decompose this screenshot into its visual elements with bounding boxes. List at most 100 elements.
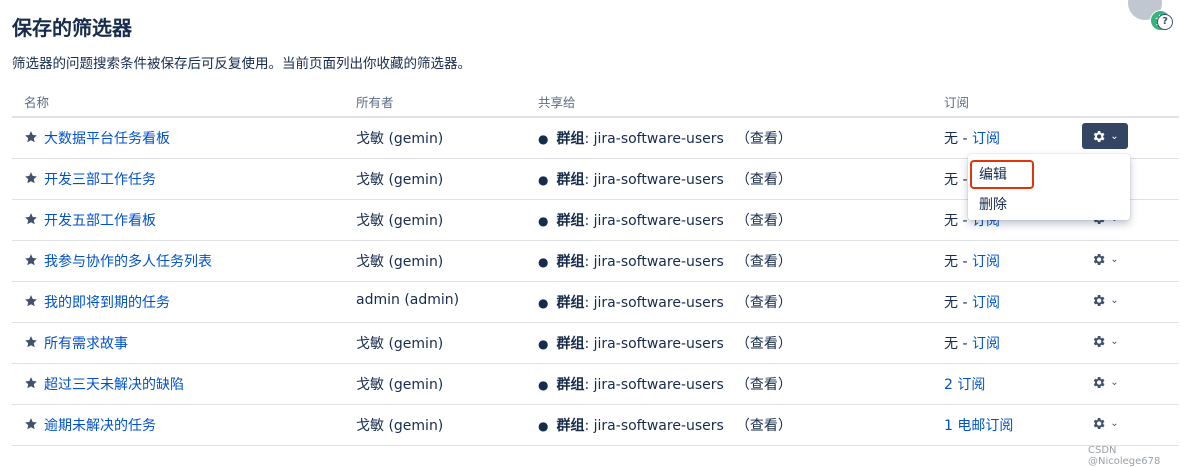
- view-link[interactable]: （查看）: [736, 254, 792, 270]
- filter-actions-button[interactable]: ⌄: [1082, 246, 1128, 272]
- view-link[interactable]: （查看）: [736, 213, 792, 229]
- subscribe-link[interactable]: 订阅: [972, 295, 1000, 311]
- header-subscriptions: 订阅: [944, 95, 970, 110]
- gear-icon: [1094, 130, 1105, 142]
- share-group-value: : jira-software-users: [584, 336, 724, 352]
- star-icon[interactable]: [24, 253, 38, 267]
- star-icon[interactable]: [24, 335, 38, 349]
- table-row: 大数据平台任务看板 戈敏 (gemin) ● 群组: jira-software-us…: [12, 118, 1179, 159]
- star-icon[interactable]: [24, 212, 38, 226]
- share-group-label: 群组: [556, 418, 585, 434]
- star-icon[interactable]: [24, 294, 38, 308]
- owner-cell: 戈敏 (gemin): [356, 377, 444, 393]
- bullet: ●: [538, 378, 549, 392]
- filter-name-link[interactable]: 开发三部工作任务: [44, 172, 156, 188]
- filter-name-link[interactable]: 我的即将到期的任务: [44, 295, 170, 311]
- table-row: 我参与协作的多人任务列表 戈敏 (gemin) ● 群组: jira-software…: [12, 241, 1179, 282]
- filter-name-cell: 所有需求故事: [24, 333, 128, 353]
- share-group-value: : jira-software-users: [584, 377, 724, 393]
- filter-actions-button[interactable]: ⌄: [1082, 123, 1128, 149]
- view-link[interactable]: （查看）: [736, 172, 792, 188]
- subscribe-link[interactable]: 订阅: [972, 336, 1000, 352]
- filter-actions-button[interactable]: ⌄: [1082, 287, 1128, 313]
- table-row: 所有需求故事 戈敏 (gemin) ● 群组: jira-software-users…: [12, 323, 1179, 364]
- view-link[interactable]: （查看）: [736, 336, 792, 352]
- shared-cell: ● 群组: jira-software-users （查看）: [538, 210, 792, 230]
- subscribe-link[interactable]: 2 订阅: [944, 377, 985, 393]
- gear-icon: [1094, 417, 1105, 429]
- chevron-down-icon: ⌄: [1110, 253, 1119, 265]
- chevron-down-icon: ⌄: [1110, 335, 1119, 347]
- share-group-value: : jira-software-users: [584, 131, 724, 147]
- share-group-value: : jira-software-users: [584, 418, 724, 434]
- view-link[interactable]: （查看）: [736, 377, 792, 393]
- filter-name-cell: 超过三天未解决的缺陷: [24, 374, 184, 394]
- gear-icon: [1094, 294, 1105, 306]
- view-link[interactable]: （查看）: [736, 131, 792, 147]
- shared-cell: ● 群组: jira-software-users （查看）: [538, 128, 792, 148]
- view-link[interactable]: （查看）: [736, 295, 792, 311]
- subscription-prefix: 无 -: [944, 131, 972, 147]
- shared-cell: ● 群组: jira-software-users （查看）: [538, 251, 792, 271]
- share-group-label: 群组: [556, 131, 585, 147]
- star-icon[interactable]: [24, 130, 38, 144]
- gear-icon: [1094, 253, 1105, 265]
- chevron-down-icon: ⌄: [1110, 417, 1119, 429]
- star-icon[interactable]: [24, 376, 38, 390]
- shared-cell: ● 群组: jira-software-users （查看）: [538, 169, 792, 189]
- page-description: 筛选器的问题搜索条件被保存后可反复使用。当前页面列出你收藏的筛选器。: [12, 56, 471, 72]
- delete-menu-item[interactable]: 删除: [968, 188, 1130, 218]
- owner-cell: 戈敏 (gemin): [356, 172, 444, 188]
- share-group-label: 群组: [556, 295, 585, 311]
- filter-name-cell: 开发三部工作任务: [24, 169, 156, 189]
- owner-cell: 戈敏 (gemin): [356, 254, 444, 270]
- star-icon[interactable]: [24, 417, 38, 431]
- subscription-cell: 无 - 订阅: [944, 333, 1000, 353]
- filter-name-link[interactable]: 所有需求故事: [44, 336, 128, 352]
- filter-name-cell: 开发五部工作看板: [24, 210, 156, 230]
- actions-cell: ⌄: [1082, 246, 1128, 272]
- filter-actions-button[interactable]: ⌄: [1082, 410, 1128, 436]
- subscribe-link[interactable]: 订阅: [972, 254, 1000, 270]
- delete-label: 删除: [979, 197, 1007, 213]
- chevron-down-icon: ⌄: [1110, 376, 1119, 388]
- filters-table: 名称 所有者 共享给 订阅 大数据平台任务看板 戈敏 (gemin) ● 群组: ji…: [12, 84, 1179, 446]
- filter-name-link[interactable]: 逾期未解决的任务: [44, 418, 156, 434]
- table-row: 我的即将到期的任务 admin (admin) ● 群组: jira-software…: [12, 282, 1179, 323]
- watermark: CSDN @Nicolege678: [1088, 445, 1161, 467]
- share-group-label: 群组: [556, 213, 585, 229]
- star-icon[interactable]: [24, 171, 38, 185]
- filter-actions-button[interactable]: ⌄: [1082, 369, 1128, 395]
- actions-cell: ⌄: [1082, 123, 1128, 149]
- owner-cell: 戈敏 (gemin): [356, 131, 444, 147]
- table-header: 名称 所有者 共享给 订阅: [12, 84, 1179, 118]
- bullet: ●: [538, 214, 549, 228]
- chevron-down-icon: ⌄: [1110, 294, 1119, 306]
- view-link[interactable]: （查看）: [736, 418, 792, 434]
- subscribe-link[interactable]: 1 电邮订阅: [944, 418, 1013, 434]
- subscription-prefix: 无 -: [944, 254, 972, 270]
- share-group-label: 群组: [556, 254, 585, 270]
- subscription-cell: 无 - 订阅: [944, 251, 1000, 271]
- chevron-down-icon: ⌄: [1110, 130, 1119, 142]
- bullet: ●: [538, 173, 549, 187]
- header-name: 名称: [24, 95, 50, 110]
- shared-cell: ● 群组: jira-software-users （查看）: [538, 292, 792, 312]
- bullet: ●: [538, 296, 549, 310]
- filter-name-cell: 我参与协作的多人任务列表: [24, 251, 212, 271]
- share-group-value: : jira-software-users: [584, 172, 724, 188]
- filter-name-link[interactable]: 开发五部工作看板: [44, 213, 156, 229]
- filter-name-link[interactable]: 我参与协作的多人任务列表: [44, 254, 212, 270]
- filter-name-cell: 我的即将到期的任务: [24, 292, 170, 312]
- share-group-value: : jira-software-users: [584, 295, 724, 311]
- filter-actions-button[interactable]: ⌄: [1082, 328, 1128, 354]
- filter-name-link[interactable]: 大数据平台任务看板: [44, 131, 170, 147]
- bullet: ●: [538, 419, 549, 433]
- filter-name-link[interactable]: 超过三天未解决的缺陷: [44, 377, 184, 393]
- help-icon[interactable]: ?: [1157, 14, 1173, 30]
- bullet: ●: [538, 255, 549, 269]
- filter-name-cell: 大数据平台任务看板: [24, 128, 170, 148]
- subscribe-link[interactable]: 订阅: [972, 131, 1000, 147]
- owner-cell: 戈敏 (gemin): [356, 213, 444, 229]
- table-row: 逾期未解决的任务 戈敏 (gemin) ● 群组: jira-software-use…: [12, 405, 1179, 446]
